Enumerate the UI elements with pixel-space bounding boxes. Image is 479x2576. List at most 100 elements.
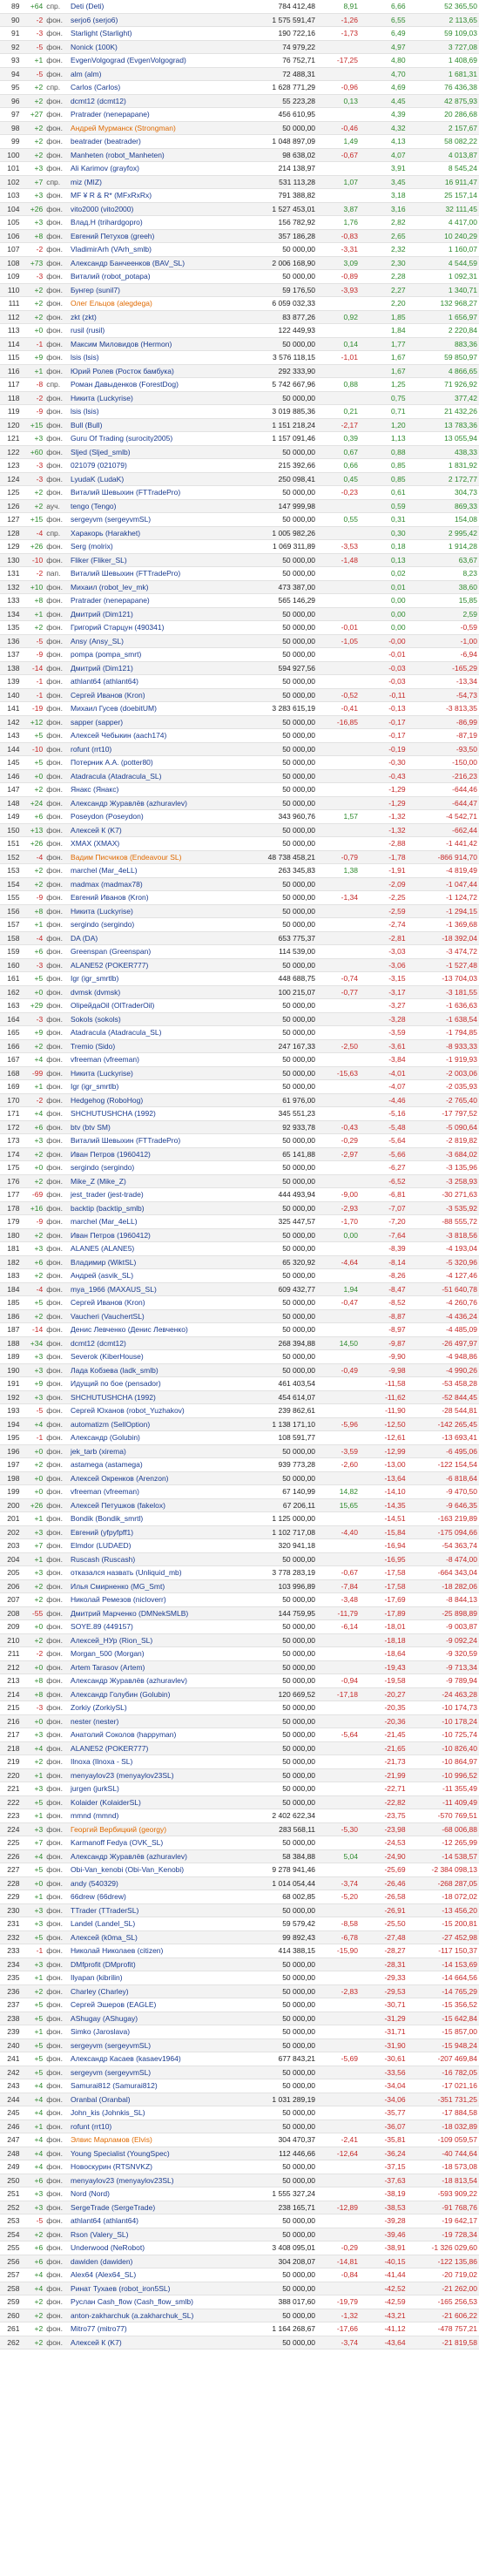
participant-name-link[interactable]: Олег Ельцов (alegdega) (69, 296, 231, 311)
participant-name-link[interactable]: lsis (lsis) (69, 350, 231, 365)
participant-name-link[interactable]: DMfprofit (DMprofit) (69, 1957, 231, 1971)
participant-name-link[interactable]: marchel (Mar_4eLL) (69, 863, 231, 878)
participant-name-link[interactable]: Потерник А.А. (potter80) (69, 755, 231, 770)
participant-name-link[interactable]: Харакорь (Harakhet) (69, 526, 231, 540)
participant-name-link[interactable]: Elmdor (LUDAED) (69, 1538, 231, 1553)
participant-name-link[interactable]: Zorkiy (ZorkiySL) (69, 1700, 231, 1715)
participant-name-link[interactable]: Николай Ремезов (nicloverr) (69, 1592, 231, 1607)
participant-name-link[interactable]: Дмитрий (Dim121) (69, 661, 231, 675)
participant-name-link[interactable]: Manheten (robot_Manheten) (69, 148, 231, 162)
participant-name-link[interactable]: Георгий Вербицкий (georgy) (69, 1822, 231, 1836)
participant-name-link[interactable]: 021079 (021079) (69, 458, 231, 473)
participant-name-link[interactable]: Виталий Шевыхин (FTTradePro) (69, 485, 231, 500)
participant-name-link[interactable]: Алексей К (K7) (69, 2336, 231, 2350)
participant-name-link[interactable]: Fliker (Fliker_SL) (69, 553, 231, 567)
participant-name-link[interactable]: nester (nester) (69, 1714, 231, 1728)
participant-name-link[interactable]: Deti (Deti) (69, 0, 231, 14)
participant-name-link[interactable]: Oranbal (Oranbal) (69, 2093, 231, 2106)
participant-name-link[interactable]: lsis (lsis) (69, 404, 231, 419)
participant-name-link[interactable]: Алексей Окренков (Arenzon) (69, 1471, 231, 1485)
participant-name-link[interactable]: Андрей Мурманск (Strongman) (69, 121, 231, 135)
participant-name-link[interactable]: Виталий Шевыхин (FTTradePro) (69, 566, 231, 581)
participant-name-link[interactable]: sergeyvm (sergeyvmSL) (69, 2066, 231, 2079)
participant-name-link[interactable]: отказался назвать (Unliquid_mb) (69, 1565, 231, 1580)
participant-name-link[interactable]: Иван Петров (1960412) (69, 1147, 231, 1161)
participant-name-link[interactable]: DA (DA) (69, 931, 231, 945)
participant-name-link[interactable]: Михаил Гусев (doebitUM) (69, 701, 231, 716)
participant-name-link[interactable]: sergindo (sergindo) (69, 1160, 231, 1175)
participant-name-link[interactable]: Денис Левченко (Денис Левченко) (69, 1322, 231, 1337)
participant-name-link[interactable]: LyudaK (LudaK) (69, 472, 231, 486)
participant-name-link[interactable]: andy (540329) (69, 1876, 231, 1890)
participant-name-link[interactable]: Сергей Эшеров (EAGLE) (69, 1998, 231, 2012)
participant-name-link[interactable]: Александр Банчеенков (BAV_SL) (69, 256, 231, 270)
participant-name-link[interactable]: Александр Голубин (Golubin) (69, 1687, 231, 1701)
participant-name-link[interactable]: alm (alm) (69, 67, 231, 81)
participant-name-link[interactable]: Karmanoff Fedya (OVK_SL) (69, 1836, 231, 1850)
participant-name-link[interactable]: mmnd (mmnd) (69, 1809, 231, 1823)
participant-name-link[interactable]: Никита (Luckyrise) (69, 391, 231, 405)
participant-name-link[interactable]: Ilyapan (kibrilin) (69, 1971, 231, 1985)
participant-name-link[interactable]: Starlight (Starlight) (69, 26, 231, 41)
participant-name-link[interactable]: astamega (astamega) (69, 1457, 231, 1472)
participant-name-link[interactable]: vfreeman (vfreeman) (69, 1052, 231, 1067)
participant-name-link[interactable]: Владимир (WiktSL) (69, 1255, 231, 1269)
participant-name-link[interactable]: Nord (Nord) (69, 2187, 231, 2201)
participant-name-link[interactable]: Atadracula (Atadracula_SL) (69, 769, 231, 783)
participant-name-link[interactable]: Никита (Luckyrise) (69, 904, 231, 918)
participant-name-link[interactable]: Artem Tarasov (Artem) (69, 1660, 231, 1674)
participant-name-link[interactable]: sergeyvm (sergeyvmSL) (69, 512, 231, 527)
participant-name-link[interactable]: Григорий Старцун (490341) (69, 620, 231, 635)
participant-name-link[interactable]: mya_1966 (MAXAUS_SL) (69, 1282, 231, 1296)
participant-name-link[interactable]: btv (btv SM) (69, 1120, 231, 1134)
participant-name-link[interactable]: zkt (zkt) (69, 310, 231, 324)
participant-name-link[interactable]: Лада Кобзева (ladk_smlb) (69, 1363, 231, 1377)
participant-name-link[interactable]: athlant64 (athlant64) (69, 674, 231, 689)
participant-name-link[interactable]: Morgan_500 (Morgan) (69, 1646, 231, 1661)
participant-name-link[interactable]: menyaylov23 (menyaylov23SL) (69, 1768, 231, 1782)
participant-name-link[interactable]: Guru Of Trading (surocity2005) (69, 431, 231, 446)
participant-name-link[interactable]: Kolaider (KolaiderSL) (69, 1795, 231, 1809)
participant-name-link[interactable]: Young Specialist (YoungSpec) (69, 2147, 231, 2160)
participant-name-link[interactable]: Руслан Cash_flow (Cash_flow_smlb) (69, 2295, 231, 2309)
participant-name-link[interactable]: Carlos (Carlos) (69, 80, 231, 95)
participant-name-link[interactable]: TTrader (TTraderSL) (69, 1903, 231, 1917)
participant-name-link[interactable]: Сергей Юханов (robot_Yuzhakov) (69, 1403, 231, 1418)
participant-name-link[interactable]: ALANE52 (POKER777) (69, 958, 231, 972)
participant-name-link[interactable]: SergeTrade (SergeTrade) (69, 2201, 231, 2214)
participant-name-link[interactable]: dcmt12 (dcmt12) (69, 1336, 231, 1350)
participant-name-link[interactable]: rofunt (rrt10) (69, 742, 231, 756)
participant-name-link[interactable]: Charley (Charley) (69, 1984, 231, 1998)
participant-name-link[interactable]: Ansy (Ansy_SL) (69, 634, 231, 648)
participant-name-link[interactable]: anton-zakharchuk (a.zakharchuk_SL) (69, 2309, 231, 2322)
participant-name-link[interactable]: Nonick (100K) (69, 40, 231, 54)
participant-name-link[interactable]: ALANE5 (ALANE5) (69, 1241, 231, 1256)
participant-name-link[interactable]: Новоскурин (RTSNVKZ) (69, 2160, 231, 2174)
participant-name-link[interactable]: Виталий (robot_potapa) (69, 269, 231, 284)
participant-name-link[interactable]: jek_tarb (xirema) (69, 1444, 231, 1458)
participant-name-link[interactable]: Александр Журавлёв (azhuravlev) (69, 1673, 231, 1688)
participant-name-link[interactable]: Severok (KiberHouse) (69, 1349, 231, 1364)
participant-name-link[interactable]: vfreeman (vfreeman) (69, 1484, 231, 1499)
participant-name-link[interactable]: Bull (Bull) (69, 418, 231, 432)
participant-name-link[interactable]: vito2000 (vito2000) (69, 202, 231, 216)
participant-name-link[interactable]: backtip (backtip_smlb) (69, 1201, 231, 1215)
participant-name-link[interactable]: Алексей_НУр (Rion_SL) (69, 1633, 231, 1647)
participant-name-link[interactable]: serjo6 (serjo6) (69, 13, 231, 27)
participant-name-link[interactable]: sapper (sapper) (69, 715, 231, 729)
participant-name-link[interactable]: Vaucheri (VauchertSL) (69, 1309, 231, 1323)
participant-name-link[interactable]: marchel (Mar_4eLL) (69, 1214, 231, 1229)
participant-name-link[interactable]: Алексей Петушков (fakelox) (69, 1498, 231, 1512)
participant-name-link[interactable]: XMAX (XMAX) (69, 836, 231, 851)
participant-name-link[interactable]: sergeyvm (sergeyvmSL) (69, 2038, 231, 2052)
participant-name-link[interactable]: Atadracula (Atadracula_SL) (69, 1025, 231, 1040)
participant-name-link[interactable]: Влад.Н (trihardgopro) (69, 215, 231, 230)
participant-name-link[interactable]: tengo (Tengo) (69, 499, 231, 513)
participant-name-link[interactable]: Greenspan (Greenspan) (69, 944, 231, 959)
participant-name-link[interactable]: Poseydon (Poseydon) (69, 809, 231, 824)
participant-name-link[interactable]: rusil (rusil) (69, 323, 231, 338)
participant-name-link[interactable]: Бунгер (sunil7) (69, 283, 231, 297)
participant-name-link[interactable]: Алексей (k0ma_SL) (69, 1930, 231, 1944)
participant-name-link[interactable]: pompa (pompa_smrt) (69, 647, 231, 662)
participant-name-link[interactable]: Ринат Тухаев (robot_iron5SL) (69, 2282, 231, 2295)
